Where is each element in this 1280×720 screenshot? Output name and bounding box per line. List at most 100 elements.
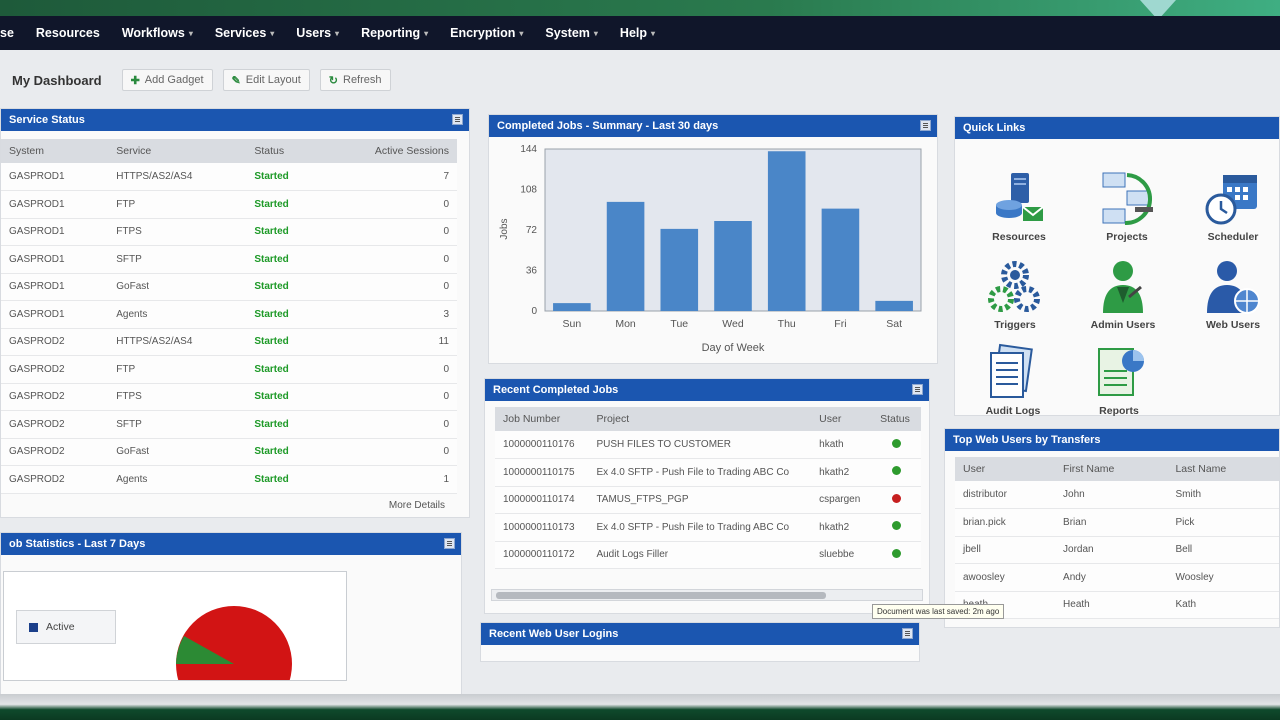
system-cell: GASPROD2 (1, 410, 109, 439)
status-cell (872, 458, 921, 487)
table-row[interactable]: brian.pick Brian Pick (955, 508, 1279, 537)
nav-item-reporting[interactable]: Reporting ▾ (361, 26, 428, 40)
refresh-button[interactable]: ↻ Refresh (319, 69, 391, 91)
panel-title: Service Status (9, 114, 85, 126)
last-name-cell: Woosley (1167, 563, 1279, 592)
table-row[interactable]: GASPROD2 SFTP Started 0 (1, 410, 457, 439)
quick-link-admin-users[interactable]: Admin Users (1073, 257, 1173, 331)
status-cell: Started (246, 218, 322, 246)
active-sessions-cell: 7 (321, 163, 457, 191)
table-row[interactable]: GASPROD2 GoFast Started 0 (1, 438, 457, 466)
bar-tue[interactable] (660, 228, 699, 311)
job-number-cell[interactable]: 1000000110175 (495, 458, 589, 487)
quick-links-grid: Resources Projects Scheduler Triggers Admin … (955, 139, 1279, 419)
bar-mon[interactable] (606, 201, 645, 311)
nav-item-users[interactable]: Users ▾ (296, 26, 339, 40)
quick-link-label: Resources (992, 231, 1046, 243)
job-number-cell[interactable]: 1000000110173 (495, 513, 589, 542)
table-row[interactable]: awoosley Andy Woosley (955, 563, 1279, 592)
table-row[interactable]: 1000000110176 PUSH FILES TO CUSTOMER hkath (495, 431, 921, 459)
panel-menu-icon[interactable] (920, 120, 931, 131)
table-row[interactable]: 1000000110175 Ex 4.0 SFTP - Push File to … (495, 458, 921, 487)
status-cell: Started (246, 465, 322, 494)
table-row[interactable]: GASPROD1 GoFast Started 0 (1, 273, 457, 301)
horizontal-scrollbar[interactable] (491, 589, 923, 601)
pencil-icon: ✎ (231, 74, 241, 87)
column-header[interactable]: System (1, 139, 109, 163)
table-row[interactable]: GASPROD1 FTPS Started 0 (1, 218, 457, 246)
table-row[interactable]: distributor John Smith (955, 481, 1279, 509)
bar-wed[interactable] (714, 221, 752, 311)
table-row[interactable]: GASPROD2 FTP Started 0 (1, 355, 457, 384)
quick-link-web-users[interactable]: Web Users (1183, 257, 1280, 331)
add-gadget-button[interactable]: ✚ Add Gadget (121, 69, 213, 91)
status-cell: Started (246, 163, 322, 191)
column-header[interactable]: Status (246, 139, 322, 163)
column-header[interactable]: User (811, 407, 873, 431)
table-row[interactable]: GASPROD1 Agents Started 3 (1, 300, 457, 329)
column-header[interactable]: Active Sessions (321, 139, 457, 163)
panel-menu-icon[interactable] (452, 114, 463, 125)
x-tick-label: Wed (722, 318, 744, 330)
column-header[interactable]: Status (872, 407, 921, 431)
quick-links-panel: Quick Links Resources Projects Scheduler Tr… (954, 116, 1280, 419)
job-number-cell[interactable]: 1000000110176 (495, 431, 589, 459)
status-cell: Started (246, 300, 322, 329)
user-cell: hkath (811, 431, 873, 459)
edit-layout-button[interactable]: ✎ Edit Layout (222, 69, 310, 91)
quick-link-label: Web Users (1205, 319, 1261, 331)
bar-sun[interactable] (553, 303, 591, 311)
quick-link-audit-logs[interactable]: Audit Logs (963, 343, 1063, 417)
more-details-link[interactable]: More Details (1, 494, 457, 511)
nav-item-encryption[interactable]: Encryption ▾ (450, 26, 523, 40)
service-cell: GoFast (108, 273, 247, 301)
table-row[interactable]: jbell Jordan Bell (955, 536, 1279, 564)
quick-link-triggers[interactable]: Triggers (965, 257, 1065, 331)
table-row[interactable]: GASPROD2 Agents Started 1 (1, 465, 457, 494)
nav-item-label: Resources (35, 26, 100, 40)
chevron-down-icon: ▾ (424, 28, 429, 38)
x-tick-label: Sun (563, 318, 582, 330)
table-row[interactable]: GASPROD2 FTPS Started 0 (1, 383, 457, 411)
column-header[interactable]: User (955, 457, 1056, 481)
table-row[interactable]: GASPROD2 HTTPS/AS2/AS4 Started 11 (1, 328, 457, 356)
y-axis-label: Jobs (499, 218, 510, 239)
table-row[interactable]: GASPROD1 SFTP Started 0 (1, 245, 457, 274)
user-cell: sluebbe (811, 541, 873, 569)
nav-item-resources[interactable]: Resources (36, 26, 100, 40)
nav-item-help[interactable]: Help ▾ (620, 26, 655, 40)
job-number-cell[interactable]: 1000000110172 (495, 541, 589, 569)
column-header[interactable]: Last Name (1167, 457, 1279, 481)
chevron-down-icon: ▾ (651, 28, 656, 38)
column-header[interactable]: First Name (1055, 457, 1168, 481)
quick-link-scheduler[interactable]: Scheduler (1183, 169, 1280, 243)
panel-menu-icon[interactable] (912, 384, 923, 395)
table-row[interactable]: GASPROD1 FTP Started 0 (1, 190, 457, 219)
job-number-cell[interactable]: 1000000110174 (495, 486, 589, 514)
nav-item-services[interactable]: Services ▾ (215, 26, 274, 40)
nav-item-system[interactable]: System ▾ (545, 26, 598, 40)
panel-menu-icon[interactable] (902, 628, 913, 639)
recent-jobs-panel: Recent Completed Jobs Job Number Project U… (484, 378, 930, 614)
completed-jobs-bar-chart: 0 36 72 108 144 Sun Mon Tue Wed Thu Fri Sat Day of W… (499, 144, 922, 354)
top-web-users-table: User First Name Last Name distributor John S… (955, 457, 1279, 619)
bar-thu[interactable] (767, 151, 806, 311)
table-row[interactable]: 1000000110172 Audit Logs Filler sluebbe (495, 541, 921, 569)
table-row[interactable]: 1000000110174 TAMUS_FTPS_PGP cspargen (495, 486, 921, 514)
bar-fri[interactable] (821, 208, 860, 311)
quick-link-reports[interactable]: Reports (1069, 343, 1169, 417)
scrollbar-thumb[interactable] (496, 592, 826, 599)
job-stats-chart-area: Active 180 (3, 571, 347, 681)
quick-link-projects[interactable]: Projects (1077, 169, 1177, 243)
column-header[interactable]: Project (588, 407, 812, 431)
bar-sat[interactable] (875, 300, 913, 311)
nav-item-se[interactable]: se (0, 26, 14, 40)
panel-menu-icon[interactable] (444, 538, 455, 549)
monitor-bezel-bottom (0, 694, 1280, 720)
column-header[interactable]: Service (108, 139, 247, 163)
table-row[interactable]: GASPROD1 HTTPS/AS2/AS4 Started 7 (1, 163, 457, 191)
quick-link-resources[interactable]: Resources (969, 169, 1069, 243)
nav-item-workflows[interactable]: Workflows ▾ (122, 26, 193, 40)
column-header[interactable]: Job Number (495, 407, 589, 431)
table-row[interactable]: 1000000110173 Ex 4.0 SFTP - Push File to … (495, 513, 921, 542)
